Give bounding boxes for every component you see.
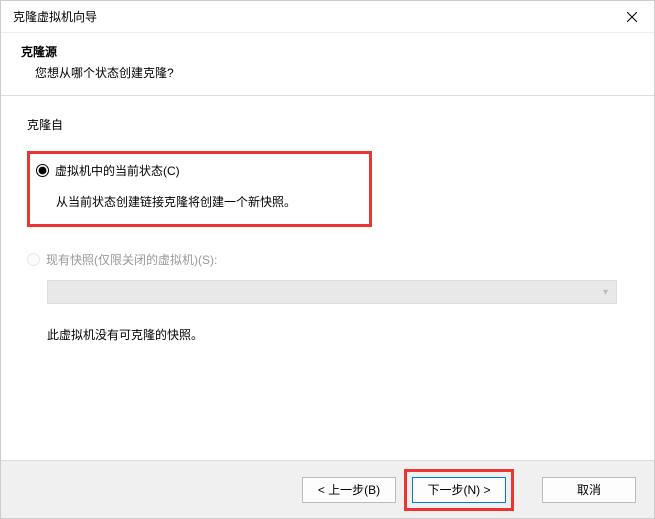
header-subtitle: 您想从哪个状态创建克隆? [35,64,634,81]
cancel-button[interactable]: 取消 [542,477,636,503]
snapshot-option-block: 现有快照(仅限关闭的虚拟机)(S): ▾ 此虚拟机没有可克隆的快照。 [27,251,628,343]
next-button[interactable]: 下一步(N) > [412,477,506,503]
wizard-header: 克隆源 您想从哪个状态创建克隆? [1,33,654,95]
wizard-window: 克隆虚拟机向导 克隆源 您想从哪个状态创建克隆? 克隆自 虚拟机中的当前状态(C… [0,0,655,519]
titlebar: 克隆虚拟机向导 [1,1,654,33]
content-area: 克隆自 虚拟机中的当前状态(C) 从当前状态创建链接克隆将创建一个新快照。 现有… [1,96,654,373]
radio-existing-snapshot-input [27,253,40,266]
highlight-next-button: 下一步(N) > [404,469,514,511]
radio-current-state-label: 虚拟机中的当前状态(C) [55,162,180,179]
current-state-desc: 从当前状态创建链接克隆将创建一个新快照。 [56,193,361,210]
close-icon [627,12,637,22]
close-button[interactable] [609,1,654,33]
window-title: 克隆虚拟机向导 [13,8,609,25]
wizard-footer: < 上一步(B) 下一步(N) > 取消 [1,460,654,518]
snapshot-dropdown: ▾ [47,280,617,304]
chevron-down-icon: ▾ [603,287,608,298]
back-button[interactable]: < 上一步(B) [302,477,396,503]
radio-current-state-input[interactable] [36,164,49,177]
radio-current-state[interactable]: 虚拟机中的当前状态(C) [36,162,361,179]
radio-existing-snapshot: 现有快照(仅限关闭的虚拟机)(S): [27,251,628,268]
clone-from-label: 克隆自 [27,116,628,133]
highlight-current-state: 虚拟机中的当前状态(C) 从当前状态创建链接克隆将创建一个新快照。 [27,151,372,227]
radio-existing-snapshot-label: 现有快照(仅限关闭的虚拟机)(S): [46,251,217,268]
header-title: 克隆源 [21,43,634,60]
no-snapshot-message: 此虚拟机没有可克隆的快照。 [47,326,628,343]
